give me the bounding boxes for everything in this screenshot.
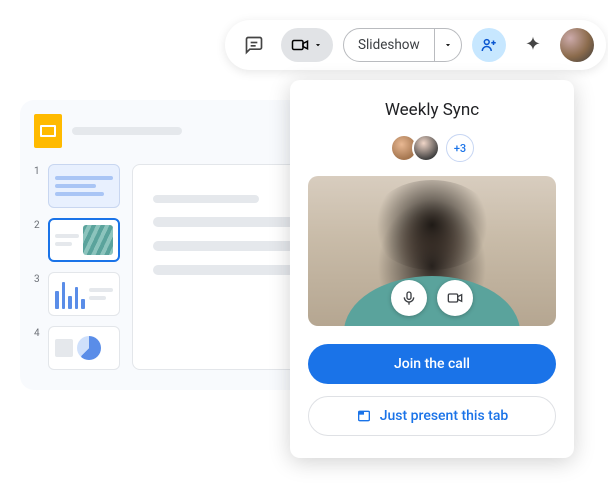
camera-icon bbox=[447, 290, 463, 306]
meeting-title: Weekly Sync bbox=[385, 100, 479, 120]
slide-shape-placeholder bbox=[55, 339, 73, 357]
present-tab-button[interactable]: Just present this tab bbox=[308, 396, 556, 436]
document-title-placeholder bbox=[72, 127, 182, 135]
pie-chart-icon bbox=[77, 336, 101, 360]
slide-thumb-2-selected[interactable] bbox=[48, 218, 120, 262]
self-video-preview bbox=[308, 176, 556, 326]
slide-thumb-1[interactable] bbox=[48, 164, 120, 208]
thumb-number: 2 bbox=[34, 218, 42, 231]
slideshow-split-button[interactable]: Slideshow bbox=[343, 28, 462, 62]
slide-thumbnails: 1 2 3 4 bbox=[34, 164, 120, 370]
slide-thumb-4[interactable] bbox=[48, 326, 120, 370]
thumb-number: 3 bbox=[34, 272, 42, 285]
thumb-number: 1 bbox=[34, 164, 42, 177]
chevron-down-icon bbox=[443, 40, 453, 50]
slide-thumb-3[interactable] bbox=[48, 272, 120, 316]
gemini-button[interactable] bbox=[516, 28, 550, 62]
comment-icon bbox=[244, 35, 264, 55]
participant-avatar bbox=[412, 134, 440, 162]
sparkle-icon bbox=[523, 35, 543, 55]
mic-toggle-button[interactable] bbox=[391, 280, 427, 316]
slideshow-caret[interactable] bbox=[435, 29, 461, 61]
camera-icon bbox=[291, 36, 309, 54]
bar-chart-icon bbox=[55, 279, 85, 309]
present-tab-label: Just present this tab bbox=[380, 408, 509, 424]
participant-avatars: +3 bbox=[390, 134, 474, 162]
slideshow-label[interactable]: Slideshow bbox=[344, 29, 435, 61]
mic-icon bbox=[401, 290, 417, 306]
toolbar: Slideshow bbox=[225, 20, 606, 70]
participant-overflow-count[interactable]: +3 bbox=[446, 134, 474, 162]
camera-toggle-button[interactable] bbox=[437, 280, 473, 316]
present-tab-icon bbox=[356, 408, 372, 424]
slide-image-placeholder bbox=[83, 225, 113, 255]
account-avatar[interactable] bbox=[560, 28, 594, 62]
meet-panel: Weekly Sync +3 Join the call Just presen bbox=[290, 80, 574, 458]
share-button[interactable] bbox=[472, 28, 506, 62]
slides-logo-icon bbox=[34, 114, 62, 148]
thumb-number: 4 bbox=[34, 326, 42, 339]
comment-history-button[interactable] bbox=[237, 28, 271, 62]
join-call-button[interactable]: Join the call bbox=[308, 344, 556, 384]
chevron-down-icon bbox=[313, 40, 323, 50]
editor-text-placeholder bbox=[153, 195, 259, 203]
join-call-label: Join the call bbox=[394, 356, 470, 372]
meet-camera-button[interactable] bbox=[281, 28, 333, 62]
person-add-icon bbox=[480, 35, 498, 55]
